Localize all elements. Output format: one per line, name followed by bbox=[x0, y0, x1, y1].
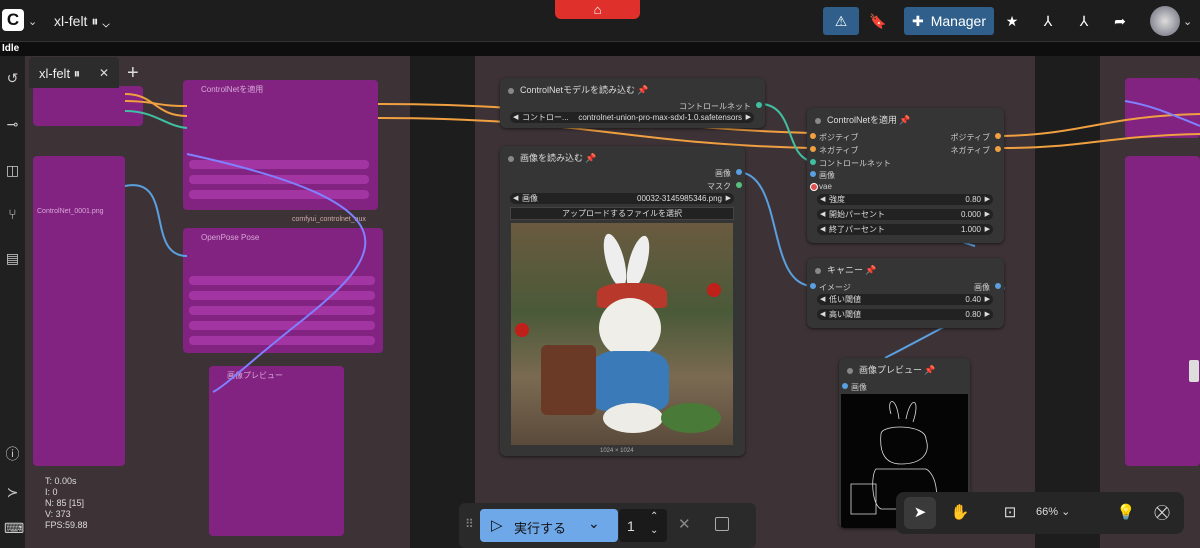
pin-icon: 📌 bbox=[924, 365, 936, 375]
run-bar: ⠿ ▷ 実行する ⌄ 1 ⌃ ⌄ ✕ bbox=[459, 503, 756, 548]
model2-icon[interactable]: ⅄ bbox=[1070, 7, 1098, 35]
chevron-down-icon[interactable]: ⌄ bbox=[28, 15, 37, 28]
chevron-down-icon[interactable]: ⌄ bbox=[588, 515, 600, 532]
input-socket[interactable] bbox=[810, 283, 816, 289]
controlnet-model-select[interactable]: ◀ コントロー... controlnet-union-pro-max-sdxl-1… bbox=[510, 112, 754, 123]
pin-icon: 📌 bbox=[637, 85, 649, 95]
keyboard-icon[interactable]: ⌨ bbox=[4, 520, 24, 537]
output-socket[interactable] bbox=[736, 182, 742, 188]
avatar[interactable] bbox=[1150, 6, 1180, 36]
node-collapse-dot[interactable] bbox=[815, 267, 821, 274]
output-socket[interactable] bbox=[995, 133, 1001, 139]
manager-button[interactable]: ✚ Manager bbox=[904, 7, 994, 35]
tab-workflow[interactable]: xl-felt ⏸ ✕ bbox=[29, 57, 119, 88]
input-socket[interactable] bbox=[810, 159, 816, 165]
node-collapse-dot[interactable] bbox=[847, 367, 853, 374]
status-text: Idle bbox=[0, 42, 1200, 56]
hide-links-icon[interactable]: ⛒ bbox=[1146, 497, 1178, 529]
upload-button[interactable]: アップロードするファイルを選択 bbox=[510, 207, 734, 220]
queue-icon[interactable]: ⊸ bbox=[4, 116, 21, 133]
strength-widget[interactable]: ◀ 強度 0.80 ▶ bbox=[817, 194, 993, 205]
history-icon[interactable]: ↺ bbox=[4, 70, 21, 87]
image-select[interactable]: ◀ 画像 00032-3145985346.png ▶ bbox=[510, 193, 734, 204]
templates-icon[interactable]: ▤ bbox=[4, 250, 21, 267]
output-socket[interactable] bbox=[736, 169, 742, 175]
node-library-icon[interactable]: ◫ bbox=[4, 162, 21, 179]
output-socket[interactable] bbox=[756, 102, 762, 108]
graph-canvas[interactable]: ControlNet_0001.png ControlNetを適用 comfyu… bbox=[25, 56, 1200, 548]
link-tool-icon[interactable] bbox=[1189, 360, 1199, 382]
canvas-stats: T: 0.00s I: 0 N: 85 [15] V: 373 FPS:59.88 bbox=[45, 476, 88, 530]
input-socket[interactable] bbox=[810, 183, 818, 191]
node-collapse-dot[interactable] bbox=[508, 155, 514, 162]
start-percent-widget[interactable]: ◀ 開始パーセント 0.000 ▶ bbox=[817, 209, 993, 220]
fit-view-icon[interactable]: ⊡ bbox=[994, 497, 1026, 529]
hand-tool-icon[interactable]: ✋ bbox=[944, 497, 976, 529]
node-canny[interactable]: キャニー 📌 イメージ 画像 ◀ 低い閾値 0.40 ▶ ◀ 高い閾値 0.80 ▶ bbox=[807, 258, 1004, 328]
node-collapse-dot[interactable] bbox=[815, 117, 821, 124]
zoom-select[interactable]: 66% ⌄ bbox=[1036, 505, 1070, 518]
batch-count-stepper[interactable]: 1 ⌃ ⌄ bbox=[619, 509, 667, 542]
canvas-toolbar: ➤ ✋ ⊡ 66% ⌄ 💡 ⛒ bbox=[896, 492, 1184, 534]
model-icon[interactable]: ⅄ bbox=[1034, 7, 1062, 35]
select-tool-icon[interactable]: ➤ bbox=[904, 497, 936, 529]
terminal-icon[interactable]: ≻ bbox=[4, 484, 21, 501]
node-collapse-dot[interactable] bbox=[508, 87, 514, 94]
node-apply-controlnet[interactable]: ControlNetを適用 📌 ポジティブ ネガティブ コントロールネット 画像 … bbox=[807, 108, 1004, 243]
output-socket[interactable] bbox=[995, 146, 1001, 152]
node-load-image[interactable]: 画像を読み込む 📌 画像 マスク ◀ 画像 00032-3145985346.png ▶… bbox=[500, 146, 745, 456]
model-library-icon[interactable]: ⑂ bbox=[4, 206, 21, 223]
cancel-icon[interactable]: ✕ bbox=[678, 515, 691, 533]
end-percent-widget[interactable]: ◀ 終了パーセント 1.000 ▶ bbox=[817, 224, 993, 235]
star-icon[interactable]: ★ bbox=[998, 7, 1026, 35]
drag-handle-icon[interactable]: ⠿ bbox=[465, 517, 474, 531]
pin-icon: 📌 bbox=[585, 153, 597, 163]
close-icon[interactable]: ✕ bbox=[99, 66, 109, 80]
output-socket[interactable] bbox=[995, 283, 1001, 289]
run-button[interactable]: ▷ 実行する ⌄ bbox=[480, 509, 618, 542]
chevron-down-icon[interactable]: ⌄ bbox=[1183, 15, 1192, 28]
play-icon: ▷ bbox=[491, 517, 503, 534]
sidebar: ↺ ⊸ ◫ ⑂ ▤ ⓘ ≻ ⌨ bbox=[0, 56, 26, 548]
workflow-title[interactable]: xl-felt ⏸ ⌄ bbox=[54, 13, 110, 30]
loaded-image-preview bbox=[511, 223, 733, 445]
queue-indicator[interactable]: ⌂ bbox=[555, 0, 640, 19]
lightbulb-icon[interactable]: 💡 bbox=[1110, 497, 1142, 529]
share-icon[interactable]: ➦ bbox=[1106, 7, 1134, 35]
comfy-logo[interactable]: C bbox=[2, 9, 24, 31]
top-menubar: C ⌄ xl-felt ⏸ ⌄ ⌂ ⚠ 🔖 ✚ Manager ★ ⅄ ⅄ ➦ ⌄ bbox=[0, 0, 1200, 42]
input-socket[interactable] bbox=[842, 383, 848, 389]
help-icon[interactable]: ⓘ bbox=[4, 446, 21, 463]
input-socket[interactable] bbox=[810, 171, 816, 177]
new-tab-button[interactable]: + bbox=[127, 62, 139, 85]
low-threshold-widget[interactable]: ◀ 低い閾値 0.40 ▶ bbox=[817, 294, 993, 305]
pin-icon: 📌 bbox=[899, 115, 911, 125]
input-socket[interactable] bbox=[810, 133, 816, 139]
puzzle-icon: ✚ bbox=[912, 12, 924, 29]
pin-icon: 📌 bbox=[865, 265, 877, 275]
node-load-controlnet[interactable]: ControlNetモデルを読み込む 📌 コントロールネット ◀ コントロー... c… bbox=[500, 78, 765, 128]
input-socket[interactable] bbox=[810, 146, 816, 152]
stop-icon[interactable] bbox=[715, 517, 729, 531]
bookmark-icon[interactable]: 🔖 bbox=[862, 7, 894, 35]
node-library-icon[interactable]: ⚠ bbox=[823, 7, 859, 35]
high-threshold-widget[interactable]: ◀ 高い閾値 0.80 ▶ bbox=[817, 309, 993, 320]
